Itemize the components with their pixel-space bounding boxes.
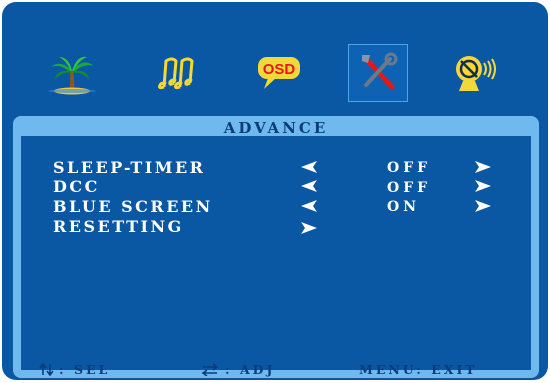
panel-title: ADVANCE [223,119,329,137]
footer-sel-label: : SEL [59,362,111,377]
dcc-decrease-arrow-icon[interactable] [301,180,317,192]
osd-menu-window: OSD ADVANCE SLEEP-TIMER OFF DCC OFF BLUE… [2,2,548,380]
sleep-timer-value: OFF [387,160,432,176]
footer-hints: : SEL : ADJ MENU: EXIT [13,362,539,378]
sleep-timer-decrease-arrow-icon[interactable] [301,161,317,173]
sleep-timer-increase-arrow-icon[interactable] [475,161,491,173]
palm-tree-icon[interactable] [42,44,102,102]
blue-screen-decrease-arrow-icon[interactable] [301,200,317,212]
osd-icon-label: OSD [263,61,296,78]
sleep-timer-label[interactable]: SLEEP-TIMER [53,158,205,177]
dcc-value: OFF [387,180,432,196]
footer-exit-label: MENU: EXIT [359,362,478,377]
satellite-dish-icon[interactable] [446,44,506,102]
resetting-label[interactable]: RESETTING [53,217,184,236]
left-right-arrows-icon [201,363,219,376]
dcc-label[interactable]: DCC [53,177,100,196]
advance-settings-list: SLEEP-TIMER OFF DCC OFF BLUE SCREEN ON R… [21,136,531,370]
resetting-enter-arrow-icon[interactable] [301,222,317,234]
advance-panel: ADVANCE SLEEP-TIMER OFF DCC OFF BLUE SCR… [13,116,539,378]
dcc-increase-arrow-icon[interactable] [475,180,491,192]
osd-icon[interactable]: OSD [250,44,310,102]
footer-adj-label: : ADJ [225,362,276,377]
music-note-icon[interactable] [148,44,208,102]
blue-screen-value: ON [387,199,420,215]
tools-icon[interactable] [348,44,408,102]
blue-screen-label[interactable]: BLUE SCREEN [53,197,213,216]
up-down-arrows-icon [39,363,54,376]
blue-screen-increase-arrow-icon[interactable] [475,200,491,212]
